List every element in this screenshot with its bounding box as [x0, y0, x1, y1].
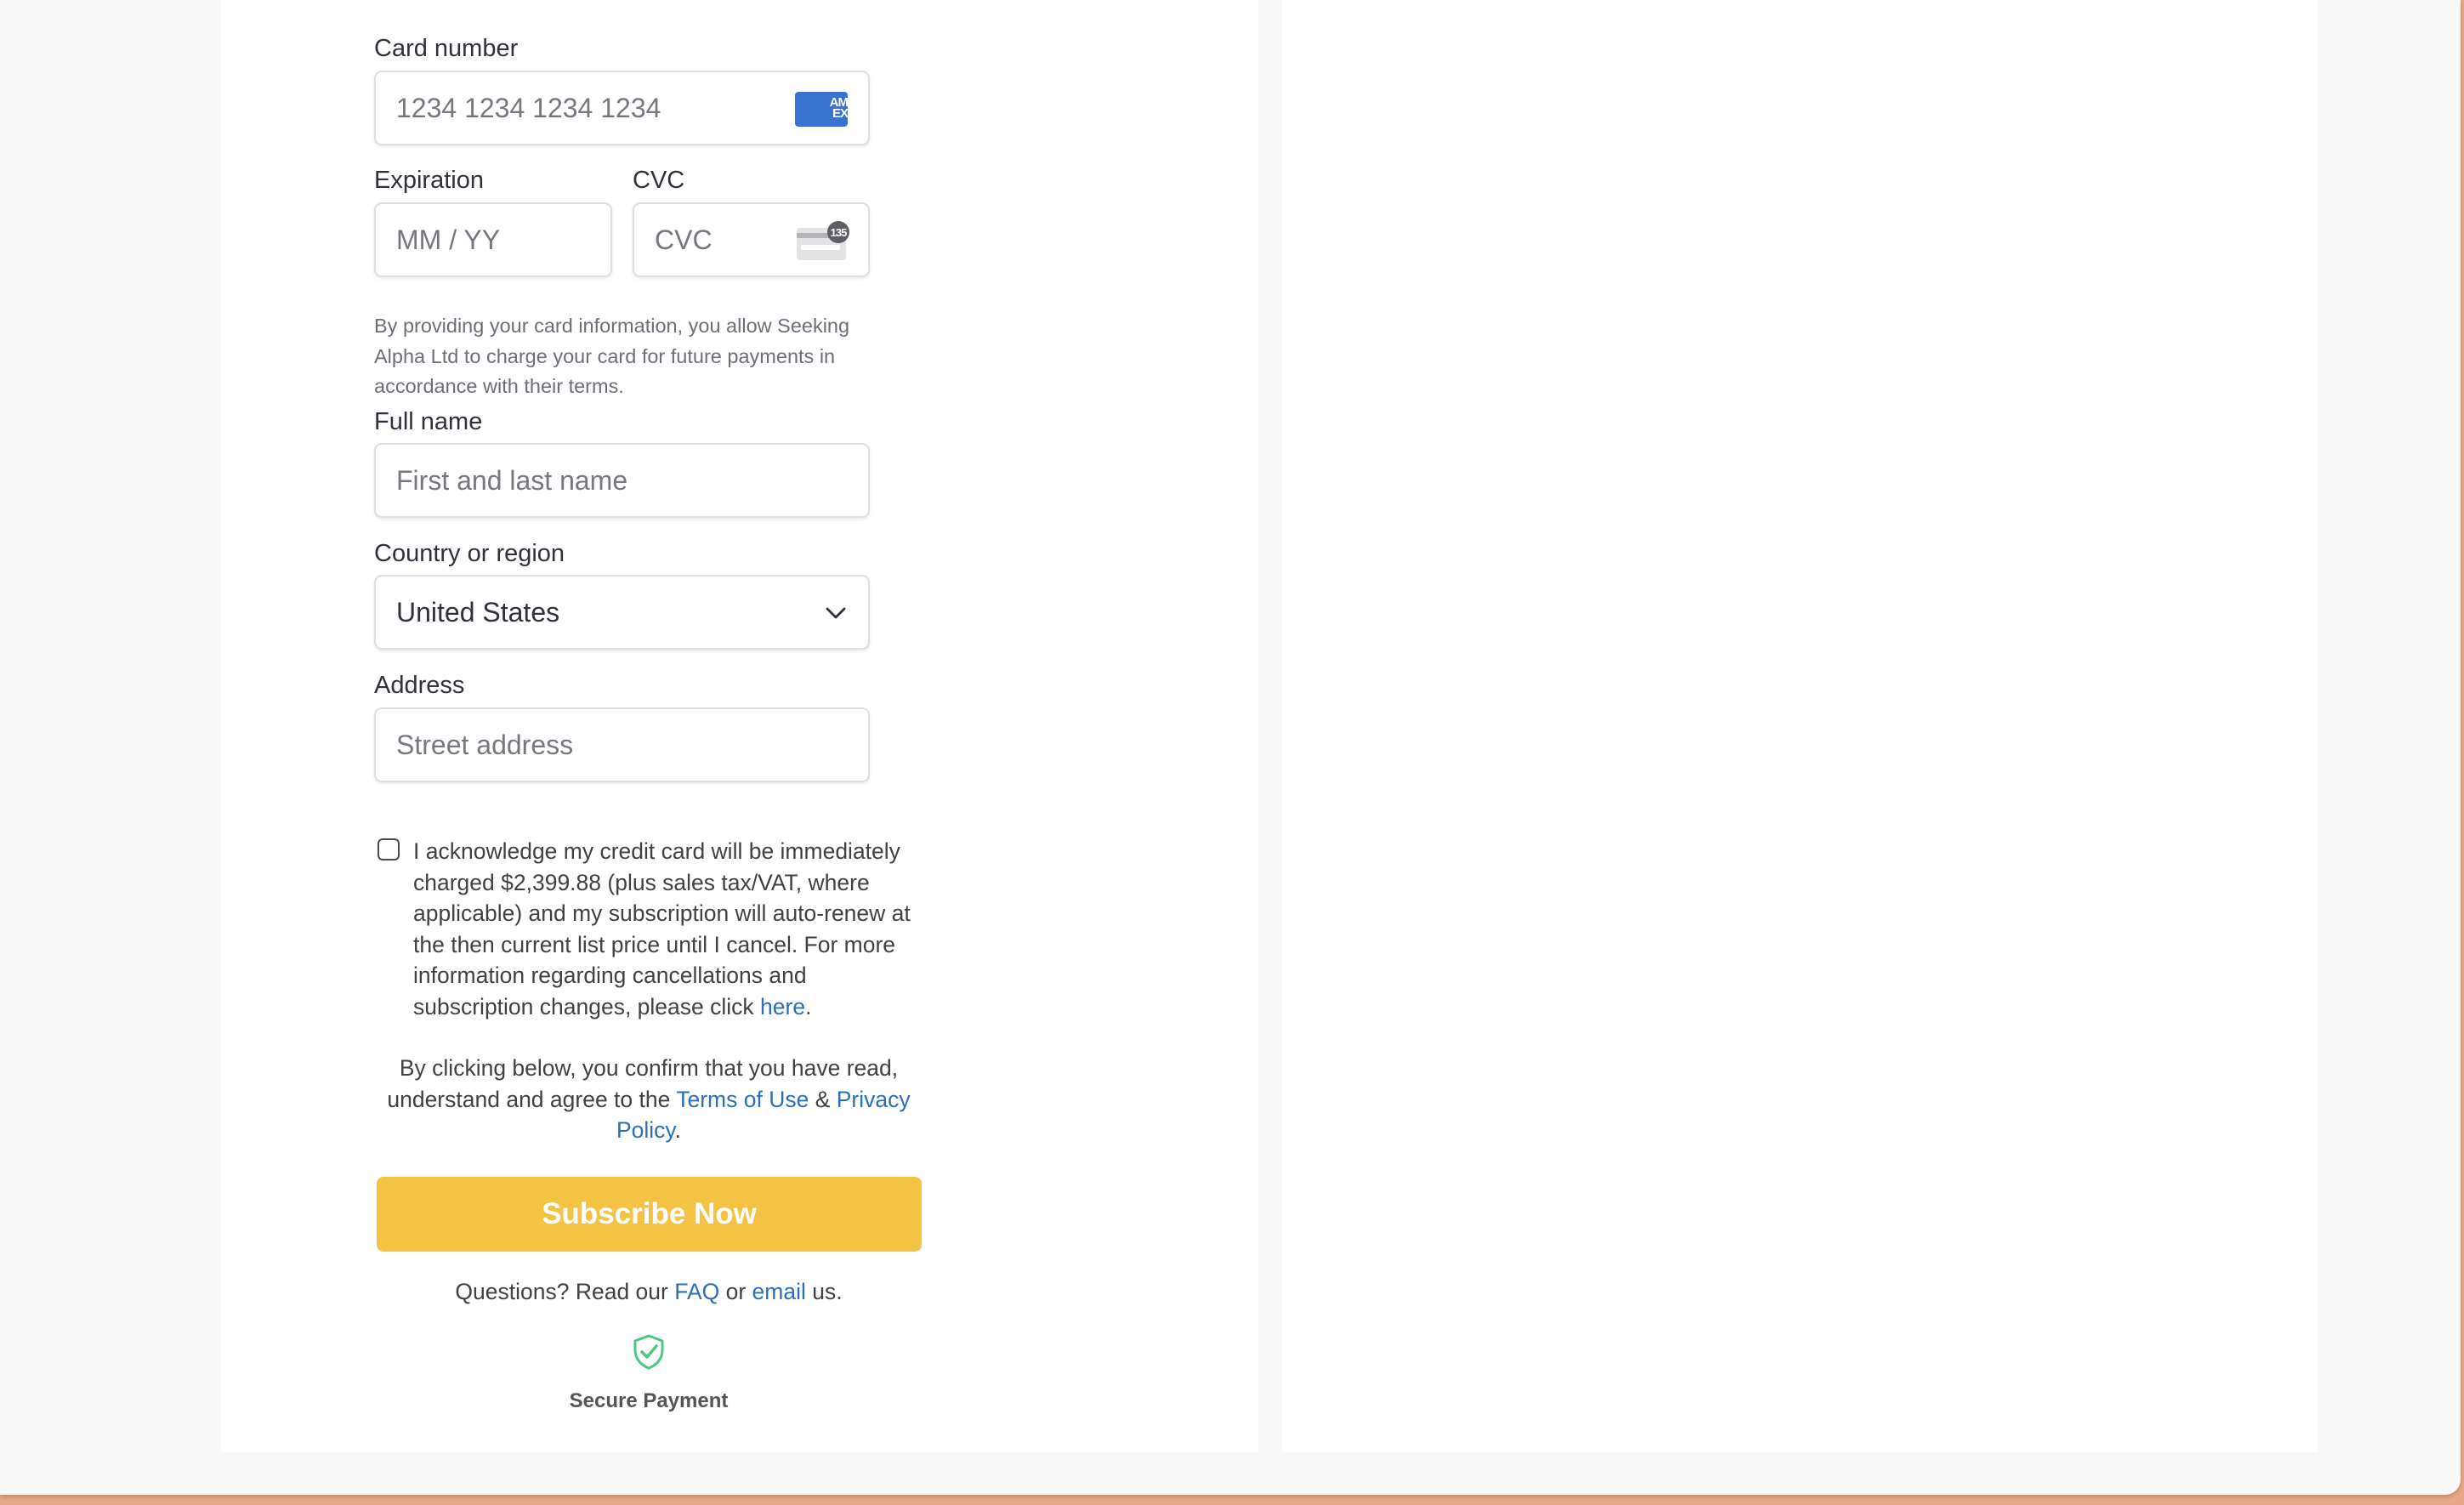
card-number-field[interactable]: AM EX — [374, 71, 870, 145]
terms-notice: By clicking below, you confirm that you … — [385, 1053, 912, 1146]
terms-of-use-link[interactable]: Terms of Use — [676, 1087, 809, 1112]
address-label: Address — [374, 672, 465, 699]
help-text: Questions? Read our FAQ or email us. — [377, 1279, 921, 1305]
country-label: Country or region — [374, 540, 565, 567]
help-suffix: us. — [805, 1279, 843, 1304]
acknowledge-checkbox[interactable] — [378, 838, 400, 860]
help-prefix: Questions? Read our — [455, 1279, 675, 1304]
acknowledge-text: I acknowledge my credit card will be imm… — [413, 836, 923, 1023]
country-select-value: United States — [396, 596, 560, 628]
expiration-input[interactable] — [396, 224, 610, 256]
card-disclaimer: By providing your card information, you … — [374, 315, 850, 397]
cvc-label: CVC — [633, 167, 685, 194]
faq-link[interactable]: FAQ — [674, 1279, 719, 1304]
secure-payment-label: Secure Payment — [569, 1389, 729, 1412]
address-input[interactable] — [396, 729, 868, 761]
terms-suffix: . — [674, 1117, 682, 1144]
full-name-field[interactable] — [374, 443, 870, 518]
country-select[interactable]: United States — [374, 575, 870, 650]
full-name-input[interactable] — [396, 464, 868, 497]
card-number-label: Card number — [374, 35, 519, 62]
cancellation-info-link[interactable]: here — [760, 994, 805, 1019]
acknowledge-suffix: . — [805, 993, 812, 1019]
subscribe-now-button[interactable]: Subscribe Now — [377, 1177, 922, 1252]
amex-text-bottom: EX — [832, 106, 848, 121]
full-name-label: Full name — [374, 408, 483, 435]
terms-joiner: & — [809, 1086, 837, 1112]
expiration-label: Expiration — [374, 167, 484, 194]
order-summary-panel — [1282, 0, 2318, 1452]
cvc-card-icon: 135 — [797, 221, 849, 260]
amex-icon: AM EX — [795, 92, 848, 127]
browser-window: Card number AM EX Expiration CVC 135 By … — [0, 0, 2461, 1495]
email-link[interactable]: email — [752, 1279, 806, 1304]
cvc-badge: 135 — [827, 221, 849, 243]
expiration-field[interactable] — [374, 202, 612, 277]
cvc-field[interactable]: 135 — [633, 202, 870, 277]
shield-check-icon — [633, 1334, 664, 1370]
help-middle: or — [719, 1279, 752, 1304]
address-field[interactable] — [374, 707, 870, 782]
chevron-down-icon — [826, 607, 846, 619]
acknowledge-body: I acknowledge my credit card will be imm… — [413, 838, 911, 1019]
